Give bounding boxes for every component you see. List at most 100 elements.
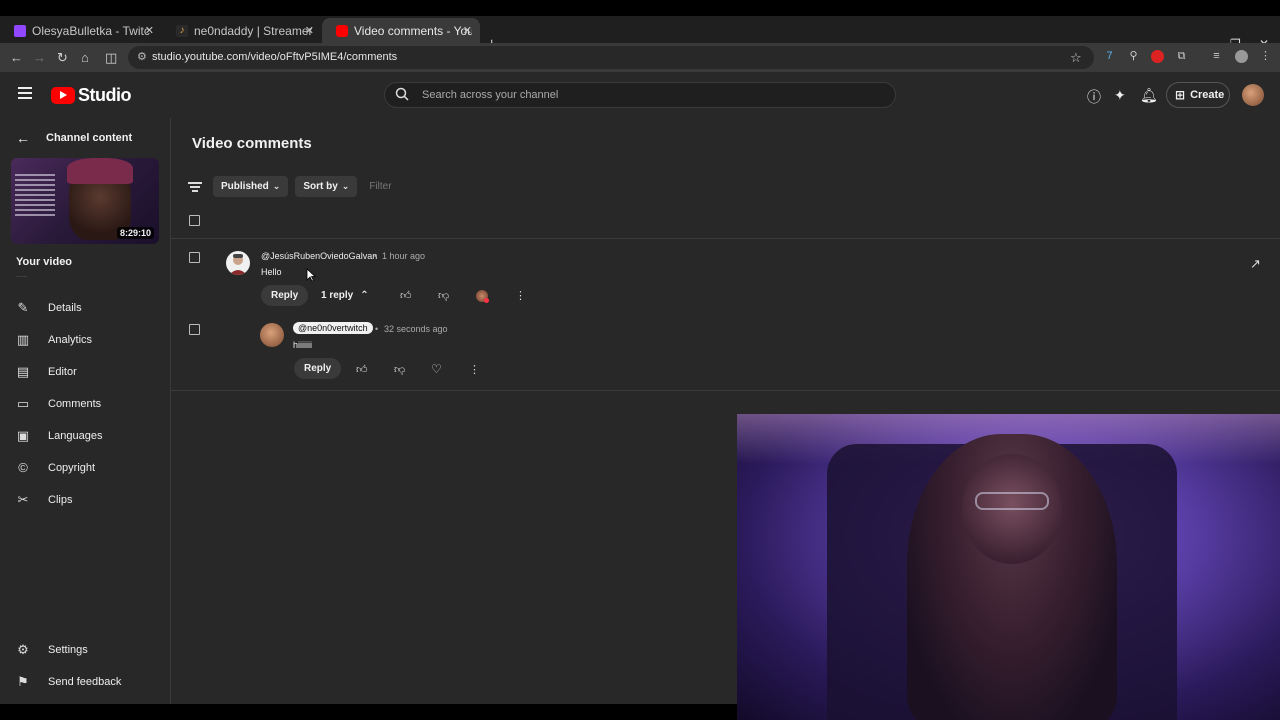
person-avatar-icon <box>229 254 247 275</box>
gear-icon: ⚙ <box>17 642 29 657</box>
extension-pin-icon[interactable]: ⚲ <box>1127 50 1140 63</box>
replies-toggle[interactable]: 1 reply ⌃ <box>321 290 369 301</box>
close-tab-icon[interactable]: ✕ <box>305 24 314 37</box>
comment-time: 1 hour ago <box>382 251 426 261</box>
thumbnail-hair <box>67 158 133 184</box>
analytics-icon: ▥ <box>16 332 30 347</box>
more-options-icon[interactable]: ⋮ <box>469 363 480 376</box>
studio-logo[interactable]: Studio <box>51 85 132 106</box>
url-field[interactable]: ⚙ studio.youtube.com/video/oFftvP5IME4/c… <box>128 46 1094 69</box>
create-button[interactable]: ⊞ Create <box>1166 82 1230 108</box>
sidebar-item-label: Settings <box>48 644 88 656</box>
reply-button[interactable]: Reply <box>261 285 309 306</box>
reload-icon[interactable]: ↻ <box>57 50 68 66</box>
letterbox-bottom <box>0 704 737 720</box>
thumbnail-overlay-text <box>15 174 55 219</box>
extension-red-icon[interactable] <box>1151 50 1164 63</box>
sidebar-item-clips[interactable]: ✂ Clips <box>16 492 73 507</box>
forward-icon[interactable]: → <box>33 50 46 65</box>
browser-menu-icon[interactable]: ⋮ <box>1259 50 1272 63</box>
sidebar-item-analytics[interactable]: ▥ Analytics <box>16 333 92 347</box>
tab-title: ne0ndaddy | StreamerSonglist <box>194 23 312 38</box>
heart-icon[interactable]: ♡ <box>431 362 442 376</box>
reply-button[interactable]: Reply <box>294 358 342 379</box>
twitch-favicon-icon <box>14 24 26 37</box>
sidebar-item-details[interactable]: ✎ Details <box>16 301 82 315</box>
comment-checkbox[interactable] <box>189 252 200 263</box>
sidebar-toggle-icon[interactable]: ◫ <box>105 50 117 66</box>
filter-bar: Published ⌄ Sort by ⌄ Filter <box>188 176 392 197</box>
browser-tab[interactable]: OlesyaBulletka - Twitch ✕ <box>0 18 162 43</box>
sidebar-item-label: Copyright <box>48 462 96 474</box>
sidebar-item-languages[interactable]: ▣ Languages <box>16 428 103 443</box>
webcam-overlay <box>737 414 1280 720</box>
extensions-puzzle-icon[interactable]: ⧉ <box>1175 50 1188 63</box>
help-icon[interactable]: ⓘ <box>1087 87 1101 107</box>
sidebar-item-copyright[interactable]: © Copyright <box>16 461 95 475</box>
select-all-checkbox[interactable] <box>189 215 200 226</box>
search-input[interactable]: Search across your channel <box>422 89 558 101</box>
search-box[interactable]: Search across your channel <box>384 82 896 108</box>
dislike-icon[interactable]: 👎︎ <box>438 289 449 302</box>
reply-author-avatar[interactable] <box>260 323 284 347</box>
reading-list-icon[interactable]: ≡ <box>1210 50 1223 63</box>
sidebar-item-label: Editor <box>48 366 77 378</box>
extension-7tv-icon[interactable]: 7 <box>1103 50 1116 63</box>
sidebar-item-label: Analytics <box>48 334 93 346</box>
like-icon[interactable]: 👍︎ <box>400 289 412 302</box>
home-icon[interactable]: ⌂ <box>81 50 89 65</box>
filter-input[interactable]: Filter <box>369 181 391 192</box>
browser-tab[interactable]: ♪ ne0ndaddy | StreamerSonglist ✕ <box>162 18 322 43</box>
sidebar-item-editor[interactable]: ▤ Editor <box>16 365 77 379</box>
sparkle-icon[interactable]: ✦ <box>1114 87 1126 104</box>
sidebar-item-settings[interactable]: ⚙ Settings <box>16 643 88 657</box>
sidebar-item-label: Details <box>48 302 82 314</box>
sidebar-item-label: Comments <box>48 398 102 410</box>
account-avatar[interactable] <box>1242 84 1264 106</box>
search-icon <box>395 87 409 101</box>
scissors-icon: ✂ <box>17 492 29 507</box>
subtitles-icon: ▣ <box>16 428 30 443</box>
sidebar-item-label: Clips <box>48 494 73 506</box>
channel-content-back-link[interactable]: ← Channel content <box>16 130 132 146</box>
sidebar-item-label: Languages <box>48 430 103 442</box>
notifications-bell-icon[interactable]: 🔔︎ <box>1140 87 1158 104</box>
chevron-down-icon: ⌄ <box>341 181 350 191</box>
sidebar-item-comments[interactable]: ▭ Comments <box>16 397 101 411</box>
more-options-icon[interactable]: ⋮ <box>515 289 526 302</box>
site-info-icon[interactable]: ⚙ <box>137 46 147 69</box>
bookmark-star-icon[interactable]: ☆ <box>1070 50 1082 66</box>
your-video-label: Your video <box>16 256 73 268</box>
filter-icon[interactable] <box>188 181 202 192</box>
close-tab-icon[interactable]: ✕ <box>463 24 472 37</box>
like-icon[interactable]: 👍︎ <box>356 363 368 376</box>
commenter-avatar[interactable] <box>226 251 250 275</box>
sidebar-item-send-feedback[interactable]: ⚑ Send feedback <box>16 675 121 689</box>
browser-tab-active[interactable]: Video comments - YouTube Stu ✕ <box>322 18 480 43</box>
open-external-icon[interactable]: ↗ <box>1250 256 1261 272</box>
studio-sidebar: ← Channel content 8:29:10 Your video ...… <box>0 118 171 704</box>
comment-text: Hello <box>261 267 282 277</box>
replies-label: 1 reply <box>321 290 354 301</box>
hamburger-menu-icon[interactable] <box>18 87 32 99</box>
published-filter-chip[interactable]: Published ⌄ <box>213 176 289 197</box>
comment-author[interactable]: @JesúsRubenOviedoGalvan <box>261 251 377 261</box>
profile-icon[interactable] <box>1235 50 1248 63</box>
browser-tab-bar: OlesyaBulletka - Twitch ✕ ♪ ne0ndaddy | … <box>0 16 1280 53</box>
close-tab-icon[interactable]: ✕ <box>145 24 154 37</box>
tab-title: Video comments - YouTube Stu <box>354 23 472 38</box>
sort-by-chip[interactable]: Sort by ⌄ <box>295 176 358 197</box>
video-thumbnail[interactable]: 8:29:10 <box>11 158 159 244</box>
music-favicon-icon: ♪ <box>176 24 188 37</box>
pencil-icon: ✎ <box>17 300 29 315</box>
film-icon: ▤ <box>16 364 30 379</box>
create-label: Create <box>1190 89 1225 101</box>
glasses <box>975 492 1049 510</box>
youtube-play-logo-icon <box>51 87 75 104</box>
reply-checkbox[interactable] <box>189 324 200 335</box>
back-icon[interactable]: ← <box>10 50 23 65</box>
tab-title: OlesyaBulletka - Twitch <box>32 23 150 38</box>
dislike-icon[interactable]: 👎︎ <box>394 363 405 376</box>
chevron-down-icon: ⌄ <box>272 181 281 191</box>
reply-author-chip[interactable]: @ne0n0vertwitch <box>293 322 373 334</box>
